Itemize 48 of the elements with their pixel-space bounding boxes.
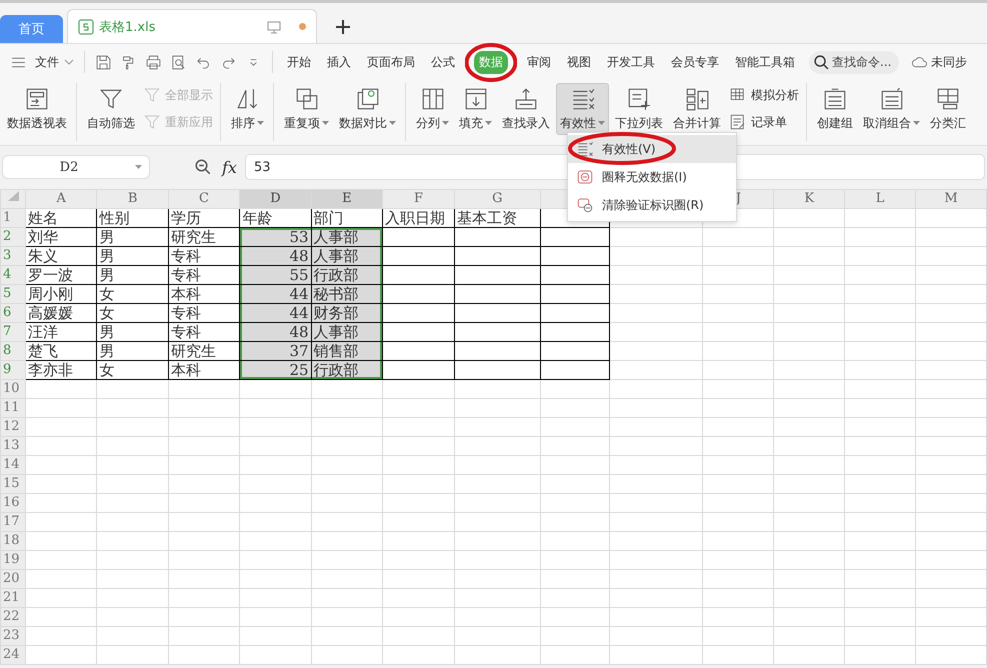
table-cell: 44 xyxy=(289,286,309,302)
table-cell: 入职日期 xyxy=(385,210,446,226)
table-cell: 男 xyxy=(99,266,114,284)
table-cell: 男 xyxy=(99,228,114,246)
table-cell: 25 xyxy=(289,362,309,378)
table-cell: 李亦非 xyxy=(28,362,73,378)
table-cell: 本科 xyxy=(170,362,201,378)
table-cell: 专科 xyxy=(170,324,201,340)
table-cell: 人事部 xyxy=(314,228,359,246)
table-cell: 本科 xyxy=(170,286,201,302)
table-cell: 年龄 xyxy=(242,210,272,226)
table-cell: 楚飞 xyxy=(28,342,58,360)
table-cell: 汪洋 xyxy=(28,324,58,340)
table-cell: 专科 xyxy=(170,304,201,322)
table-cell: 研究生 xyxy=(170,228,216,246)
table-cell: 姓名 xyxy=(28,210,58,226)
table-cell: 女 xyxy=(99,362,114,378)
table-cell: 学历 xyxy=(170,210,201,226)
table-cell: 行政部 xyxy=(314,266,359,284)
table-cell: 专科 xyxy=(170,266,201,284)
table-cell: 专科 xyxy=(170,248,201,264)
table-cell: 44 xyxy=(289,304,309,322)
table-cell: 女 xyxy=(99,286,114,302)
table-cell: 37 xyxy=(289,342,309,360)
table-cell: 人事部 xyxy=(314,324,359,340)
table-cell: 研究生 xyxy=(170,342,216,360)
table-cell: 48 xyxy=(289,324,309,340)
table-cell: 性别 xyxy=(99,210,130,226)
table-cell: 秘书部 xyxy=(314,286,359,302)
table-cell: 罗一波 xyxy=(28,266,73,284)
table-cell: 销售部 xyxy=(314,342,359,360)
table-cell: 人事部 xyxy=(314,248,359,264)
table-cell: 男 xyxy=(99,248,114,264)
table-cell: 刘华 xyxy=(28,228,58,246)
table-cell: 48 xyxy=(289,248,309,264)
table-cell: 周小刚 xyxy=(28,286,73,302)
table-cell: 基本工资 xyxy=(457,210,517,226)
table-cell: 53 xyxy=(289,228,309,246)
table-cell: 55 xyxy=(289,266,309,284)
table-cell: 高媛媛 xyxy=(28,304,73,322)
table-cell: 女 xyxy=(99,304,114,322)
table-cell: 男 xyxy=(99,342,114,360)
table-cell: 财务部 xyxy=(314,304,359,322)
table-cell: 部门 xyxy=(314,210,344,226)
table-cell: 朱义 xyxy=(28,248,58,264)
file-name: 表格1.xls xyxy=(99,18,156,36)
table-cell: 男 xyxy=(99,324,114,340)
table-cell: 行政部 xyxy=(314,362,359,378)
